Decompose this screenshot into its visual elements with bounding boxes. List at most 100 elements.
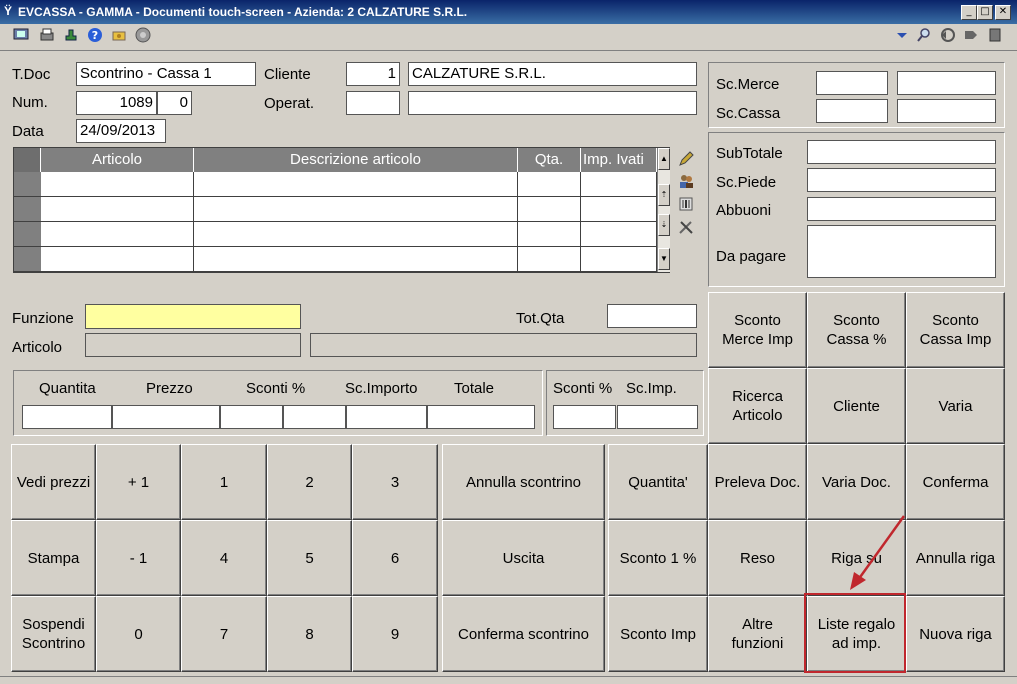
grid-cell[interactable]	[581, 172, 657, 197]
sc-imp-footer-field[interactable]	[617, 405, 698, 429]
edit-icon[interactable]	[677, 150, 695, 168]
col-articolo[interactable]: Articolo	[41, 148, 194, 172]
varia-doc-button[interactable]: Varia Doc.	[807, 444, 906, 520]
screen-icon[interactable]	[12, 27, 30, 45]
print-icon[interactable]	[38, 27, 56, 45]
grid-cell[interactable]	[41, 172, 194, 197]
key-3-button[interactable]: 3	[352, 444, 438, 520]
grid-cell[interactable]	[581, 197, 657, 222]
num-suffix-field[interactable]: 0	[157, 91, 192, 115]
sconto-cassa-pct-button[interactable]: Sconto Cassa %	[807, 292, 906, 368]
grid-cell[interactable]	[581, 247, 657, 272]
sc-piede-field[interactable]	[807, 168, 996, 192]
sconto-1-pct-button[interactable]: Sconto 1 %	[608, 520, 708, 596]
articles-grid[interactable]: Articolo Descrizione articolo Qta. Imp. …	[13, 147, 670, 273]
exit-icon[interactable]	[986, 27, 1004, 45]
stampa-button[interactable]: Stampa	[11, 520, 96, 596]
search-icon[interactable]	[915, 27, 933, 45]
row-selector[interactable]	[14, 197, 41, 222]
minimize-button[interactable]: _	[961, 5, 977, 20]
ricerca-articolo-button[interactable]: Ricerca Articolo	[708, 368, 807, 444]
sconto1-field[interactable]	[220, 405, 283, 429]
quantita-field[interactable]	[22, 405, 112, 429]
sc-importo-field[interactable]	[346, 405, 427, 429]
dropdown-icon[interactable]	[893, 27, 911, 45]
key-5-button[interactable]: 5	[267, 520, 352, 596]
scroll-down-icon[interactable]: ▼	[658, 248, 670, 270]
uscita-button[interactable]: Uscita	[442, 520, 605, 596]
grid-cell[interactable]	[518, 172, 581, 197]
annulla-riga-button[interactable]: Annulla riga	[906, 520, 1005, 596]
sconto-merce-imp-button[interactable]: Sconto Merce Imp	[708, 292, 807, 368]
col-descrizione[interactable]: Descrizione articolo	[194, 148, 518, 172]
cliente-button[interactable]: Cliente	[807, 368, 906, 444]
grid-cell[interactable]	[581, 222, 657, 247]
sconto-cassa-imp-button[interactable]: Sconto Cassa Imp	[906, 292, 1005, 368]
liste-regalo-button[interactable]: Liste regalo ad imp.	[807, 596, 906, 672]
annulla-scontrino-button[interactable]: Annulla scontrino	[442, 444, 605, 520]
row-selector[interactable]	[14, 247, 41, 272]
export-icon[interactable]	[62, 27, 80, 45]
grid-cell[interactable]	[41, 197, 194, 222]
grid-cell[interactable]	[194, 197, 518, 222]
preleva-doc-button[interactable]: Preleva Doc.	[708, 444, 807, 520]
options-icon[interactable]	[134, 27, 152, 45]
grid-cell[interactable]	[194, 172, 518, 197]
num-field[interactable]: 1089	[76, 91, 157, 115]
vedi-prezzi-button[interactable]: Vedi prezzi	[11, 444, 96, 520]
sc-merce-amount-field[interactable]	[897, 71, 996, 95]
forward-icon[interactable]	[962, 27, 980, 45]
plus-one-button[interactable]: + 1	[96, 444, 181, 520]
grid-cell[interactable]	[194, 247, 518, 272]
page-up-icon[interactable]: ⇡	[658, 184, 670, 206]
sc-cassa-pct-field[interactable]	[816, 99, 888, 123]
tdoc-field[interactable]: Scontrino - Cassa 1	[76, 62, 256, 86]
key-2-button[interactable]: 2	[267, 444, 352, 520]
reso-button[interactable]: Reso	[708, 520, 807, 596]
key-7-button[interactable]: 7	[181, 596, 267, 672]
grid-scrollbar[interactable]: ▲ ⇡ ⇣ ▼	[657, 148, 670, 272]
key-4-button[interactable]: 4	[181, 520, 267, 596]
sospendi-scontrino-button[interactable]: Sospendi Scontrino	[11, 596, 96, 672]
grid-cell[interactable]	[518, 247, 581, 272]
quantita-button[interactable]: Quantita'	[608, 444, 708, 520]
grid-cell[interactable]	[518, 197, 581, 222]
cash-icon[interactable]	[110, 27, 128, 45]
operat-name-field[interactable]	[408, 91, 697, 115]
page-down-icon[interactable]: ⇣	[658, 214, 670, 236]
key-6-button[interactable]: 6	[352, 520, 438, 596]
maximize-button[interactable]: □	[977, 5, 993, 20]
key-8-button[interactable]: 8	[267, 596, 352, 672]
help-icon[interactable]: ?	[86, 27, 104, 45]
prezzo-field[interactable]	[112, 405, 220, 429]
sc-cassa-amount-field[interactable]	[897, 99, 996, 123]
cliente-name-field[interactable]: CALZATURE S.R.L.	[408, 62, 697, 86]
grid-cell[interactable]	[41, 222, 194, 247]
close-button[interactable]: ✕	[995, 5, 1011, 20]
conferma-button[interactable]: Conferma	[906, 444, 1005, 520]
minus-one-button[interactable]: - 1	[96, 520, 181, 596]
abbuoni-field[interactable]	[807, 197, 996, 221]
grid-cell[interactable]	[194, 222, 518, 247]
conferma-scontrino-button[interactable]: Conferma scontrino	[442, 596, 605, 672]
back-icon[interactable]	[939, 27, 957, 45]
funzione-field[interactable]	[85, 304, 301, 329]
grid-cell[interactable]	[518, 222, 581, 247]
cliente-code-field[interactable]: 1	[346, 62, 400, 86]
row-selector[interactable]	[14, 222, 41, 247]
varia-button[interactable]: Varia	[906, 368, 1005, 444]
key-9-button[interactable]: 9	[352, 596, 438, 672]
riga-su-button[interactable]: Riga su	[807, 520, 906, 596]
row-selector[interactable]	[14, 172, 41, 197]
tools-icon[interactable]	[677, 218, 695, 236]
sconti-pct-footer-field[interactable]	[553, 405, 616, 429]
sc-merce-pct-field[interactable]	[816, 71, 888, 95]
key-1-button[interactable]: 1	[181, 444, 267, 520]
sconto-imp-button[interactable]: Sconto Imp	[608, 596, 708, 672]
grid-cell[interactable]	[41, 247, 194, 272]
sconto2-field[interactable]	[283, 405, 346, 429]
col-imp-ivati[interactable]: Imp. Ivati	[581, 148, 657, 172]
altre-funzioni-button[interactable]: Altre funzioni	[708, 596, 807, 672]
operat-code-field[interactable]	[346, 91, 400, 115]
barcode-icon[interactable]	[677, 195, 695, 213]
